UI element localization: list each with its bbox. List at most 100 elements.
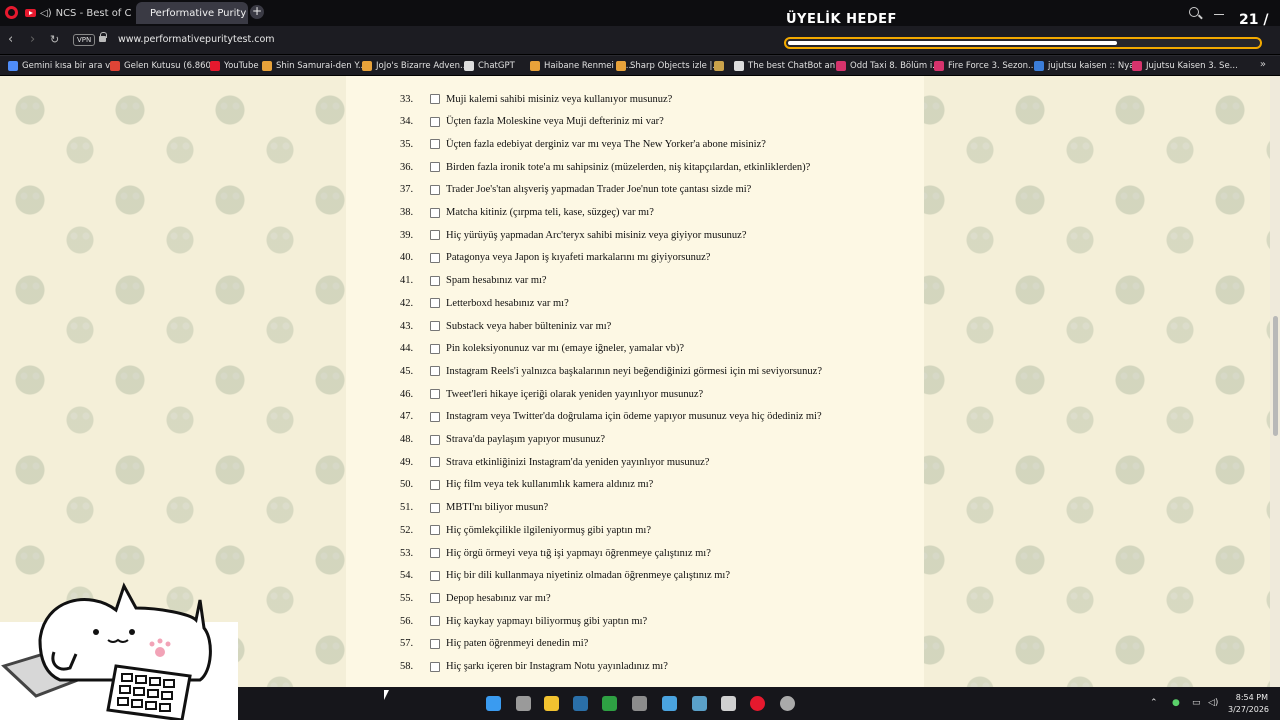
question-text: Depop hesabınız var mı? <box>446 592 551 604</box>
question-checkbox[interactable] <box>430 525 440 536</box>
notepad-icon[interactable] <box>721 696 736 711</box>
question-row: 39. Hiç yürüyüş yapmadan Arc'teryx sahibi… <box>400 227 747 243</box>
bookmark-item[interactable]: The best ChatBot an... <box>734 60 843 72</box>
network-icon[interactable]: ▭ <box>1192 698 1201 708</box>
file-explorer-icon[interactable] <box>544 696 559 711</box>
new-tab-button[interactable]: + <box>250 5 264 19</box>
question-number: 49. <box>400 456 414 468</box>
question-checkbox[interactable] <box>430 411 440 422</box>
question-checkbox[interactable] <box>430 389 440 400</box>
browser-tab-strip: ◁) NCS - Best of Chill Mu Performative P… <box>0 0 1280 44</box>
question-checkbox[interactable] <box>430 638 440 649</box>
tray-chevron-icon[interactable]: ⌃ <box>1150 698 1158 708</box>
question-number: 55. <box>400 592 414 604</box>
question-row: 44. Pin koleksiyonunuz var mı (emaye iğne… <box>400 341 684 357</box>
chat-icon[interactable] <box>692 696 707 711</box>
question-checkbox[interactable] <box>430 548 440 558</box>
volume-icon[interactable]: ◁) <box>1208 698 1218 708</box>
question-checkbox[interactable] <box>430 184 440 195</box>
question-checkbox[interactable] <box>430 321 440 331</box>
question-checkbox[interactable] <box>430 593 440 604</box>
question-number: 37. <box>400 184 414 196</box>
xbox-icon[interactable] <box>602 696 617 711</box>
question-checkbox[interactable] <box>430 94 440 104</box>
clock-time: 8:54 PM <box>1235 693 1268 702</box>
question-checkbox[interactable] <box>430 661 440 672</box>
tab-ncs[interactable]: ◁) NCS - Best of Chill Mu <box>22 2 132 24</box>
minimize-icon[interactable] <box>1214 14 1224 15</box>
tab-performative-purity-test[interactable]: Performative Purity Test <box>136 2 248 24</box>
audio-playing-icon[interactable]: ◁) <box>40 8 52 19</box>
bongo-cat-overlay <box>0 580 240 720</box>
mouse-cursor-icon <box>384 690 389 700</box>
question-checkbox[interactable] <box>430 252 440 263</box>
question-number: 44. <box>400 343 414 355</box>
opera-gx-icon[interactable] <box>780 696 795 711</box>
question-checkbox[interactable] <box>430 502 440 513</box>
scrollbar[interactable] <box>1270 76 1280 687</box>
system-clock[interactable]: 8:54 PM 3/27/2026 <box>1228 692 1269 716</box>
bookmark-item[interactable]: Gemini kısa bir ara v... <box>8 60 118 72</box>
question-checkbox[interactable] <box>430 343 440 354</box>
bookmark-label: JoJo's Bizarre Adven... <box>376 61 469 71</box>
question-number: 58. <box>400 661 414 672</box>
windows-start-icon[interactable] <box>486 696 501 711</box>
vpn-badge[interactable]: VPN <box>73 34 96 46</box>
microphone-icon[interactable]: ● <box>1172 698 1180 708</box>
question-number: 39. <box>400 229 414 241</box>
scrollbar-thumb[interactable] <box>1273 316 1278 436</box>
folder-icon <box>616 61 626 71</box>
question-checkbox[interactable] <box>430 570 440 581</box>
question-checkbox[interactable] <box>430 230 440 241</box>
question-number: 35. <box>400 138 414 150</box>
settings-icon[interactable] <box>632 696 647 711</box>
question-checkbox[interactable] <box>430 275 440 286</box>
bookmark-item[interactable]: Sharp Objects izle |... <box>616 60 720 72</box>
bookmark-label: Gelen Kutusu (6.860... <box>124 61 220 71</box>
mail-icon[interactable] <box>662 696 677 711</box>
bookmark-item[interactable]: ChatGPT <box>464 60 515 72</box>
question-row: 50. Hiç film veya tek kullanımlık kamera … <box>400 477 653 493</box>
opera-icon[interactable] <box>750 696 765 711</box>
reload-icon[interactable]: ↻ <box>50 33 59 46</box>
bookmark-item[interactable] <box>714 60 728 72</box>
bookmark-item[interactable]: Odd Taxi 8. Bölüm i... <box>836 60 940 72</box>
bookmark-item[interactable]: JoJo's Bizarre Adven... <box>362 60 468 72</box>
quiz-panel: 33. Muji kalemi sahibi misiniz veya kulla… <box>346 76 924 687</box>
question-checkbox[interactable] <box>430 479 440 490</box>
bookmark-item[interactable]: YouTube <box>210 60 259 72</box>
question-row: 38. Matcha kitiniz (çırpma teli, kase, sü… <box>400 205 654 221</box>
bookmark-item[interactable]: jujutsu kaisen :: Nyaa <box>1034 60 1140 72</box>
back-icon[interactable]: ‹ <box>8 32 13 47</box>
lock-icon[interactable] <box>99 32 107 42</box>
question-number: 53. <box>400 547 414 559</box>
bookmark-item[interactable]: Fire Force 3. Sezon... <box>934 60 1036 72</box>
question-text: Strava etkinliğinizi Instagram'da yenide… <box>446 456 710 468</box>
question-checkbox[interactable] <box>430 366 440 377</box>
task-view-icon[interactable] <box>516 696 531 711</box>
forward-icon[interactable]: › <box>30 32 35 47</box>
bookmark-item[interactable]: Shin Samurai-den Y... <box>262 60 366 72</box>
question-text: Hiç kaykay yapmayı biliyormuş gibi yaptı… <box>446 615 648 627</box>
gmail-icon <box>110 61 120 71</box>
bookmark-item[interactable]: Jujutsu Kaisen 3. Se... <box>1132 60 1238 72</box>
question-checkbox[interactable] <box>430 298 440 309</box>
bookmark-item[interactable]: Gelen Kutusu (6.860... <box>110 60 219 72</box>
bookmarks-overflow-icon[interactable]: » <box>1260 59 1266 70</box>
question-checkbox[interactable] <box>430 616 440 627</box>
question-checkbox[interactable] <box>430 457 440 468</box>
question-checkbox[interactable] <box>430 139 440 150</box>
tab-search-icon[interactable] <box>1189 7 1199 17</box>
opera-logo-icon[interactable] <box>5 6 18 19</box>
folder-icon <box>262 61 272 71</box>
bookmark-label: Gemini kısa bir ara v... <box>22 61 118 71</box>
question-checkbox[interactable] <box>430 434 440 445</box>
question-checkbox[interactable] <box>430 116 440 127</box>
steam-icon[interactable] <box>573 696 588 711</box>
question-number: 52. <box>400 524 414 536</box>
question-row: 57. Hiç paten öğrenmeyi denedin mi? <box>400 636 588 652</box>
question-text: Hiç örgü örmeyi veya tığ işi yapmayı öğr… <box>446 547 711 559</box>
question-checkbox[interactable] <box>430 162 440 173</box>
url-field[interactable]: www.performativepuritytest.com <box>118 34 275 45</box>
question-checkbox[interactable] <box>430 207 440 218</box>
